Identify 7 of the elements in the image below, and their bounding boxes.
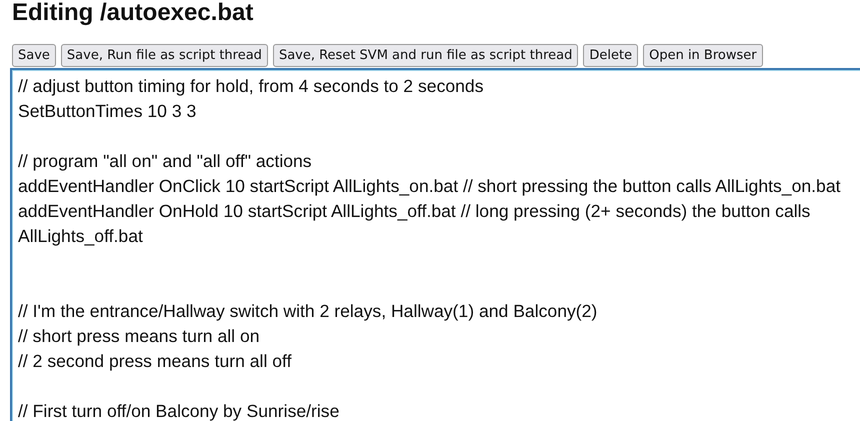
toolbar-button[interactable]: Save, Run file as script thread bbox=[60, 44, 268, 67]
page-title: Editing /autoexec.bat bbox=[12, 0, 254, 26]
code-editor[interactable]: // adjust button timing for hold, from 4 seconds to 2 seconds SetButtonTimes 10 3 3 // program "all on" and "all off" actions addEventHandler OnClick 10 startScript AllLights_on.bat // short pressing the button calls AllLights_on.bat addEventHandler OnHold 10 startScript AllLights_off.bat // long pressing (2+ seconds) the button calls AllLights_off.bat // I'm the entrance/Hallway switch with 2 relays, Hallway(1) and Balcony(2) // short press means turn all on // 2 second press means turn all off // First turn off/on Balcony by Sunrise/rise bbox=[10, 68, 860, 421]
toolbar-button[interactable]: Save bbox=[12, 44, 56, 67]
toolbar-button[interactable]: Delete bbox=[583, 44, 638, 67]
toolbar-button[interactable]: Open in Browser bbox=[643, 44, 763, 67]
toolbar-button[interactable]: Save, Reset SVM and run file as script thread bbox=[272, 44, 578, 67]
